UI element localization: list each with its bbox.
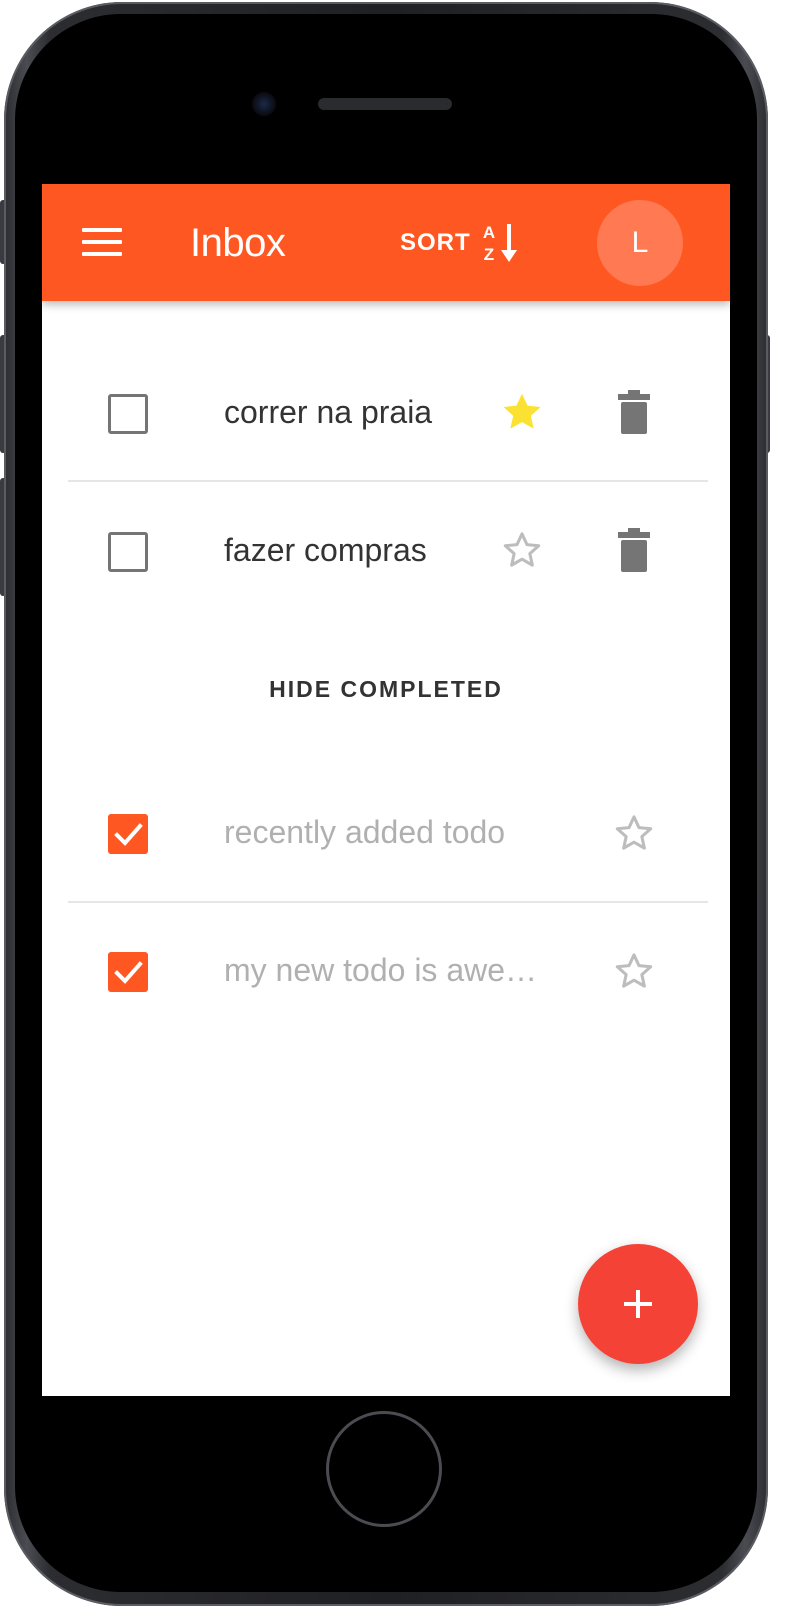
check-icon: [114, 961, 143, 984]
plus-icon: [624, 1290, 652, 1318]
todo-row: fazer compras: [42, 490, 730, 610]
menu-icon[interactable]: [80, 226, 124, 258]
check-icon: [114, 823, 143, 846]
sort-label: SORT: [400, 229, 471, 256]
todo-checkbox-checked[interactable]: [108, 814, 148, 854]
front-camera: [252, 92, 276, 116]
todo-text[interactable]: my new todo is awe…: [224, 952, 537, 989]
star-outline-icon[interactable]: [498, 526, 546, 574]
svg-text:A: A: [483, 223, 495, 242]
star-outline-icon[interactable]: [610, 947, 658, 995]
sort-alpha-icon: A Z: [483, 223, 517, 264]
star-outline-icon[interactable]: [610, 809, 658, 857]
home-button[interactable]: [326, 1411, 442, 1527]
completed-todo-row: recently added todo: [42, 772, 730, 892]
hide-completed-button[interactable]: HIDE COMPLETED: [42, 676, 730, 703]
divider: [68, 901, 708, 903]
app-screen: Inbox SORT A Z L correr na praia fazer c…: [42, 184, 730, 1396]
app-bar: Inbox SORT A Z L: [42, 184, 730, 301]
trash-icon[interactable]: [610, 526, 658, 574]
todo-checkbox[interactable]: [108, 532, 148, 572]
todo-text[interactable]: correr na praia: [224, 394, 432, 431]
completed-todo-row: my new todo is awe…: [42, 910, 730, 1030]
todo-text[interactable]: fazer compras: [224, 532, 427, 569]
add-todo-button[interactable]: [578, 1244, 698, 1364]
trash-icon[interactable]: [610, 388, 658, 436]
star-filled-icon[interactable]: [498, 388, 546, 436]
svg-text:Z: Z: [483, 245, 493, 264]
earpiece-speaker: [318, 98, 452, 110]
sort-button[interactable]: SORT A Z: [400, 220, 525, 266]
todo-row: correr na praia: [42, 352, 730, 472]
todo-text[interactable]: recently added todo: [224, 814, 505, 851]
phone-device: Inbox SORT A Z L correr na praia fazer c…: [0, 0, 790, 1611]
avatar[interactable]: L: [597, 200, 683, 286]
divider: [68, 480, 708, 482]
page-title: Inbox: [190, 221, 286, 265]
todo-checkbox-checked[interactable]: [108, 952, 148, 992]
todo-checkbox[interactable]: [108, 394, 148, 434]
